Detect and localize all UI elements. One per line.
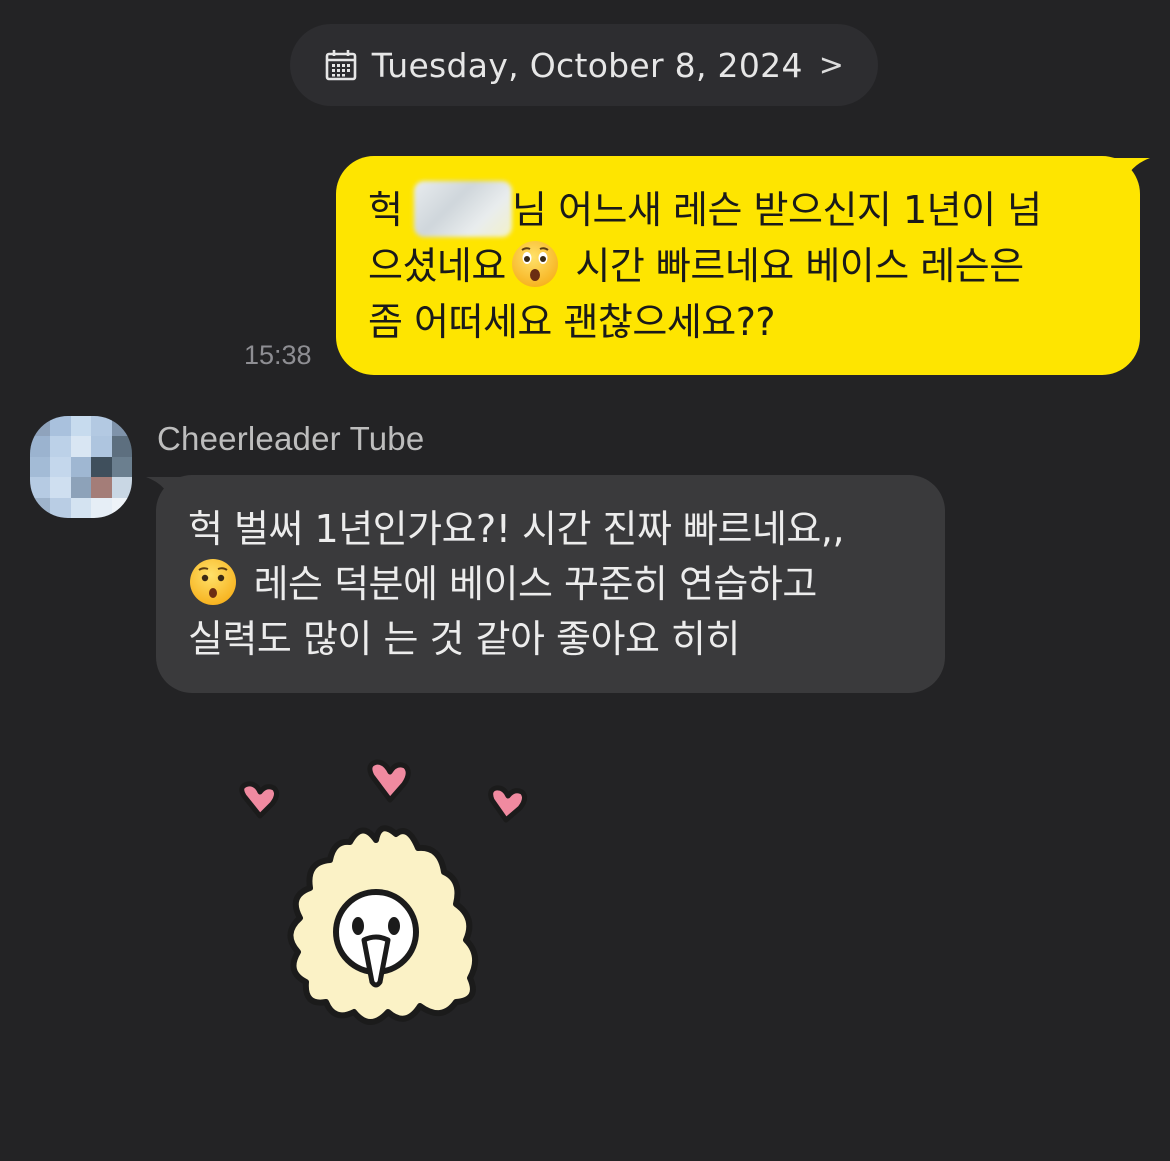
chevron-right-icon: > (818, 47, 845, 83)
bubble-tail-icon (1110, 158, 1150, 188)
message-text: 실력도 많이 는 것 같아 좋아요 히히 (188, 617, 740, 661)
message-line: 실력도 많이 는 것 같아 좋아요 히히 (188, 612, 917, 667)
message-text: 헉 벌써 1년인가요?! 시간 진짜 빠르네요,, (188, 507, 845, 551)
message-line: 으셨네요 시간 빠르네요 베이스 레슨은 (368, 238, 1110, 294)
bubble-tail-icon (146, 477, 186, 507)
astonished-face-icon (510, 239, 560, 289)
date-label: Tuesday, October 8, 2024 (371, 45, 803, 85)
message-line: 좀 어떠세요 괜찮으세요?? (368, 294, 1110, 350)
message-line: 헉 벌써 1년인가요?! 시간 진짜 빠르네요,, (188, 502, 917, 557)
redacted-name (414, 181, 513, 237)
message-line: 레슨 덕분에 베이스 꾸준히 연습하고 (188, 557, 917, 612)
date-separator[interactable]: Tuesday, October 8, 2024 > (290, 24, 878, 106)
message-text: 시간 빠르네요 베이스 레슨은 (563, 244, 1024, 288)
message-timestamp: 15:38 (244, 340, 312, 370)
hearts-sticker-icon[interactable] (230, 750, 550, 1050)
avatar[interactable] (30, 416, 132, 518)
message-text: 님 어느새 레슨 받으신지 1년이 넘 (512, 188, 1042, 232)
message-text: 레슨 덕분에 베이스 꾸준히 연습하고 (242, 562, 818, 606)
chat-screen: Tuesday, October 8, 2024 > 헉 님 어느새 레슨 받으… (0, 0, 1170, 1161)
sender-name: Cheerleader Tube (157, 420, 425, 457)
message-line: 헉 님 어느새 레슨 받으신지 1년이 넘 (368, 181, 1110, 238)
incoming-message-bubble[interactable]: 헉 벌써 1년인가요?! 시간 진짜 빠르네요,, 레슨 덕분에 베이스 꾸준히… (146, 475, 945, 693)
outgoing-message-bubble[interactable]: 헉 님 어느새 레슨 받으신지 1년이 넘 으셨네요 시간 빠르네요 베이스 레… (336, 156, 1150, 375)
message-text: 으셨네요 (368, 244, 506, 288)
message-text: 헉 (368, 188, 415, 232)
calendar-icon (324, 48, 358, 82)
message-text: 좀 어떠세요 괜찮으세요?? (368, 300, 776, 344)
hushed-face-icon (188, 557, 238, 607)
